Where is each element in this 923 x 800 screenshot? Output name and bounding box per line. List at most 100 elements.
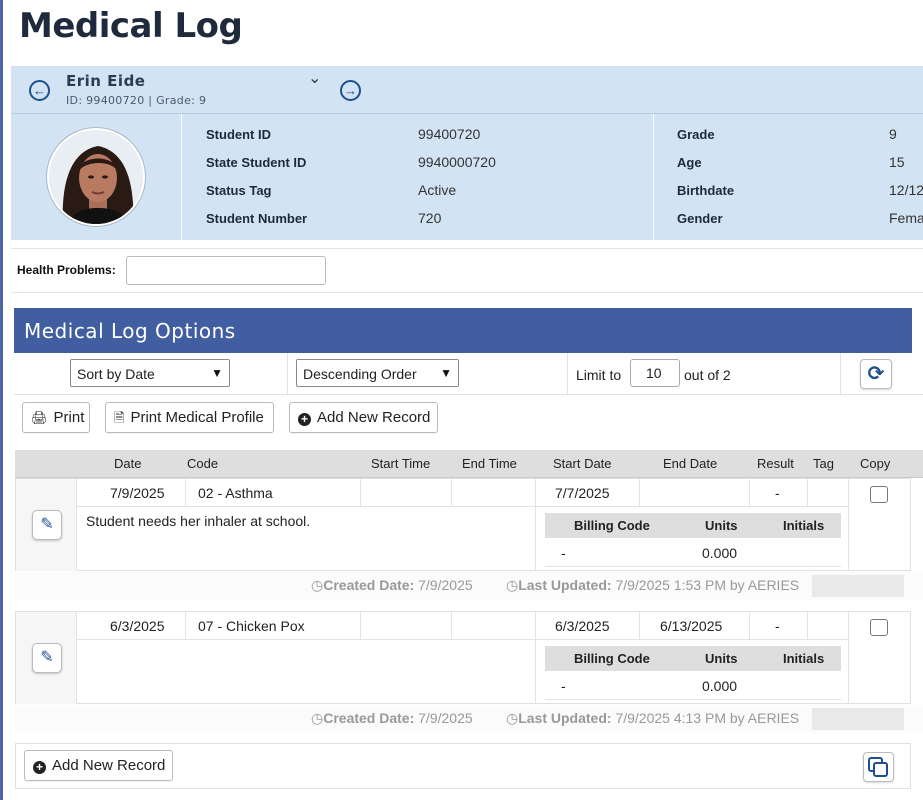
printer-icon: 🖨 xyxy=(31,410,48,425)
cell-divider xyxy=(749,612,750,640)
record-start-date: 6/3/2025 xyxy=(555,618,610,634)
print-button[interactable]: 🖨 Print xyxy=(22,402,90,433)
updated-label: Last Updated: xyxy=(518,577,612,593)
record-date: 7/9/2025 xyxy=(110,485,165,501)
print-medical-profile-button[interactable]: 🗎 Print Medical Profile xyxy=(105,402,274,433)
copy-records-button[interactable] xyxy=(863,752,894,782)
billing-table: Billing Code Units Initials - 0.000 xyxy=(545,513,841,568)
record-updated: ◷Last Updated: 7/9/2025 4:13 PM by AERIE… xyxy=(506,710,799,727)
billing-code-header: Billing Code xyxy=(574,518,650,533)
student-info-panel: Student ID 99400720 State Student ID 994… xyxy=(11,114,923,240)
student-nav-bar: ← Erin Eide ID: 99400720 | Grade: 9 ⌄ → xyxy=(11,66,923,114)
info-label-student-number: Student Number xyxy=(206,211,308,226)
options-title: Medical Log Options xyxy=(24,319,236,343)
cell-divider xyxy=(451,612,452,640)
edit-record-button[interactable]: ✎ xyxy=(32,643,62,673)
record-updated: ◷Last Updated: 7/9/2025 1:53 PM by AERIE… xyxy=(506,577,799,594)
cell-divider xyxy=(451,479,452,507)
info-value-student-id: 99400720 xyxy=(418,126,481,142)
dropdown-arrow-icon: ▼ xyxy=(211,366,223,380)
options-divider xyxy=(840,353,841,395)
copy-checkbox[interactable] xyxy=(870,486,888,503)
medical-log-page: Medical Log ← Erin Eide ID: 99400720 | G… xyxy=(3,0,923,800)
redacted-block xyxy=(812,575,904,597)
info-value-grade: 9 xyxy=(889,126,897,142)
updated-value: 7/9/2025 1:53 PM by AERIES xyxy=(615,577,800,593)
pencil-icon: ✎ xyxy=(40,516,54,533)
order-select[interactable]: Descending Order ▼ xyxy=(296,359,459,387)
record-meta-row: ◷Created Date: 7/9/2025 ◷Last Updated: 7… xyxy=(15,705,923,733)
redacted-block xyxy=(812,708,904,730)
info-value-birthdate: 12/12 xyxy=(889,182,923,198)
cell-divider xyxy=(535,506,536,571)
chevron-down-icon[interactable]: ⌄ xyxy=(308,68,321,88)
record-code: 07 - Chicken Pox xyxy=(198,618,305,634)
info-value-status-tag: Active xyxy=(418,182,457,198)
add-new-record-button-bottom[interactable]: + Add New Record xyxy=(24,750,173,781)
limit-suffix: out of 2 xyxy=(684,367,731,383)
edit-record-button[interactable]: ✎ xyxy=(32,510,62,540)
options-divider xyxy=(287,353,288,395)
units-header: Units xyxy=(705,651,738,666)
copy-icon xyxy=(868,757,888,777)
cell-divider xyxy=(360,479,361,507)
sort-select[interactable]: Sort by Date ▼ xyxy=(70,359,230,387)
cell-divider xyxy=(185,479,186,507)
arrow-left-circle-icon[interactable]: ← xyxy=(29,80,50,101)
billing-code-header: Billing Code xyxy=(574,651,650,666)
info-label-status-tag: Status Tag xyxy=(206,183,272,198)
order-select-value: Descending Order xyxy=(303,366,417,382)
arrow-right-circle-icon[interactable]: → xyxy=(340,80,361,101)
cell-divider xyxy=(639,479,640,507)
student-photo xyxy=(47,128,145,226)
billing-header: Billing Code Units Initials xyxy=(545,513,841,538)
created-label: Created Date: xyxy=(323,577,415,593)
record-meta-row: ◷Created Date: 7/9/2025 ◷Last Updated: 7… xyxy=(15,572,923,600)
copy-column xyxy=(848,479,849,571)
action-buttons-row: 🖨 Print 🗎 Print Medical Profile + Add New R… xyxy=(14,395,923,441)
print-profile-label: Print Medical Profile xyxy=(130,409,264,426)
add-new-record-label: Add New Record xyxy=(317,409,431,426)
limit-input[interactable]: 10 xyxy=(630,359,680,387)
billing-header: Billing Code Units Initials xyxy=(545,646,841,671)
record-start-date: 7/7/2025 xyxy=(555,485,610,501)
created-value: 7/9/2025 xyxy=(418,710,473,726)
plus-circle-icon: + xyxy=(298,413,311,426)
created-value: 7/9/2025 xyxy=(418,577,473,593)
info-label-grade: Grade xyxy=(677,127,715,142)
health-problems-label: Health Problems: xyxy=(17,263,116,277)
copy-checkbox[interactable] xyxy=(870,619,888,636)
clock-icon: ◷ xyxy=(311,710,324,726)
medical-record: ✎ 6/3/2025 07 - Chicken Pox 6/3/2025 6/1… xyxy=(15,611,911,704)
units-header: Units xyxy=(705,518,738,533)
document-icon: 🗎 xyxy=(114,410,125,425)
th-start-date: Start Date xyxy=(553,456,612,471)
th-end-time: End Time xyxy=(462,456,517,471)
cell-divider xyxy=(535,479,536,507)
row-divider xyxy=(77,639,848,640)
cell-divider xyxy=(185,612,186,640)
health-problems-field[interactable] xyxy=(126,256,326,285)
student-name[interactable]: Erin Eide xyxy=(66,72,146,90)
units-value: 0.000 xyxy=(702,678,738,694)
table-header: Date Code Start Time End Time Start Date… xyxy=(15,450,923,478)
print-button-label: Print xyxy=(53,409,85,426)
add-new-record-button[interactable]: + Add New Record xyxy=(289,402,438,433)
dropdown-arrow-icon: ▼ xyxy=(440,366,452,380)
info-label-student-id: Student ID xyxy=(206,127,271,142)
cell-divider xyxy=(639,612,640,640)
billing-row: - 0.000 xyxy=(545,538,841,567)
initials-header: Initials xyxy=(783,651,825,666)
refresh-button[interactable]: ⟳ xyxy=(860,359,892,389)
th-end-date: End Date xyxy=(663,456,718,471)
th-date: Date xyxy=(114,456,142,471)
refresh-icon: ⟳ xyxy=(867,363,885,385)
record-date: 6/3/2025 xyxy=(110,618,165,634)
cell-divider xyxy=(807,479,808,507)
pencil-icon: ✎ xyxy=(40,649,54,666)
page-title: Medical Log xyxy=(19,6,243,46)
record-result: - xyxy=(775,485,780,501)
record-created: ◷Created Date: 7/9/2025 xyxy=(311,577,473,594)
billing-row: - 0.000 xyxy=(545,671,841,700)
info-label-state-student-id: State Student ID xyxy=(206,155,307,170)
